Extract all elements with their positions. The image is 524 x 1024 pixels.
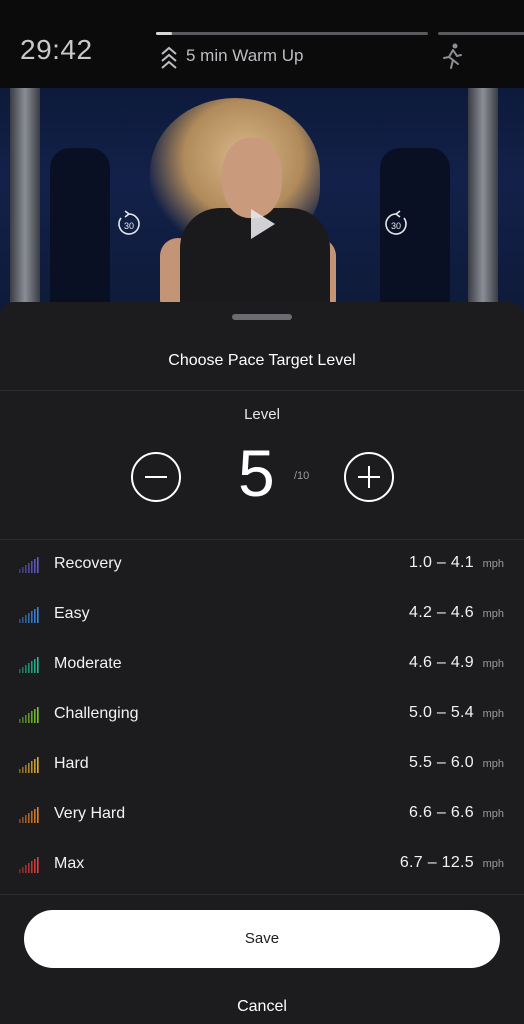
pace-target-sheet: Choose Pace Target Level Level 5 /10 Rec… [0, 302, 524, 1024]
intensity-bars-icon [19, 857, 39, 873]
intensity-bars-icon [19, 757, 39, 773]
zone-unit: mph [482, 658, 504, 670]
zone-unit: mph [482, 608, 504, 620]
intensity-bars-icon [19, 557, 39, 573]
intensity-bars-icon [19, 807, 39, 823]
video-player[interactable]: 30 30 [0, 88, 524, 318]
zone-name: Moderate [54, 655, 122, 672]
zone-name: Very Hard [54, 805, 126, 822]
pace-zone-row: Easy 4.2 – 4.6 mph [0, 590, 524, 640]
zone-name: Hard [54, 755, 89, 772]
zone-name: Easy [54, 605, 90, 622]
zone-unit: mph [482, 558, 504, 570]
level-max: /10 [294, 470, 310, 482]
studio-pillar [10, 88, 40, 318]
zone-speed-range: 6.7 – 12.5 [399, 854, 474, 871]
zone-speed-range: 1.0 – 4.1 [409, 554, 474, 571]
save-button[interactable]: Save [24, 910, 500, 968]
pace-zone-row: Hard 5.5 – 6.0 mph [0, 740, 524, 790]
divider [0, 894, 524, 895]
plus-icon [358, 466, 380, 488]
segment-progress-fill [156, 32, 173, 35]
zone-speed-range: 5.0 – 5.4 [409, 704, 474, 721]
intensity-bars-icon [19, 707, 39, 723]
intensity-bars-icon [19, 607, 39, 623]
instructor-face [222, 138, 282, 218]
background-silhouette [50, 148, 110, 318]
elapsed-timer: 29:42 [20, 34, 93, 65]
warm-up-chevrons-icon [161, 46, 177, 69]
zone-speed-range: 5.5 – 6.0 [409, 754, 474, 771]
play-icon[interactable] [249, 207, 277, 241]
increase-level-button[interactable] [344, 452, 394, 502]
zone-speed-range: 6.6 – 6.6 [409, 804, 474, 821]
intensity-bars-icon [19, 657, 39, 673]
sheet-title: Choose Pace Target Level [168, 352, 356, 369]
divider [0, 390, 524, 391]
level-value: 5 [238, 436, 275, 510]
zone-unit: mph [482, 758, 504, 770]
pace-zone-row: Moderate 4.6 – 4.9 mph [0, 640, 524, 690]
forward-30-icon[interactable]: 30 [381, 209, 411, 239]
svg-text:30: 30 [124, 221, 134, 231]
pace-zone-row: Challenging 5.0 – 5.4 mph [0, 690, 524, 740]
pace-zone-row: Max 6.7 – 12.5 mph [0, 840, 524, 890]
zone-unit: mph [482, 808, 504, 820]
pace-zone-row: Recovery 1.0 – 4.1 mph [0, 540, 524, 590]
zone-name: Recovery [54, 555, 122, 572]
zone-unit: mph [482, 858, 504, 870]
zone-name: Challenging [54, 705, 139, 722]
minus-icon [145, 476, 167, 478]
studio-pillar [468, 88, 498, 318]
zone-name: Max [54, 855, 85, 872]
sheet-grabber[interactable] [232, 314, 292, 320]
segment-progress-bar [156, 32, 428, 35]
cancel-button[interactable]: Cancel [0, 998, 524, 1016]
pace-zone-row: Very Hard 6.6 – 6.6 mph [0, 790, 524, 840]
svg-text:30: 30 [391, 221, 401, 231]
rewind-30-icon[interactable]: 30 [114, 209, 144, 239]
workout-header: 29:42 5 min Warm Up [0, 0, 524, 88]
zone-speed-range: 4.2 – 4.6 [409, 604, 474, 621]
next-segment-bar [438, 32, 524, 35]
decrease-level-button[interactable] [131, 452, 181, 502]
segment-label: 5 min Warm Up [186, 46, 304, 65]
zone-unit: mph [482, 708, 504, 720]
run-icon [443, 43, 462, 69]
zone-speed-range: 4.6 – 4.9 [409, 654, 474, 671]
level-label: Level [244, 406, 280, 423]
